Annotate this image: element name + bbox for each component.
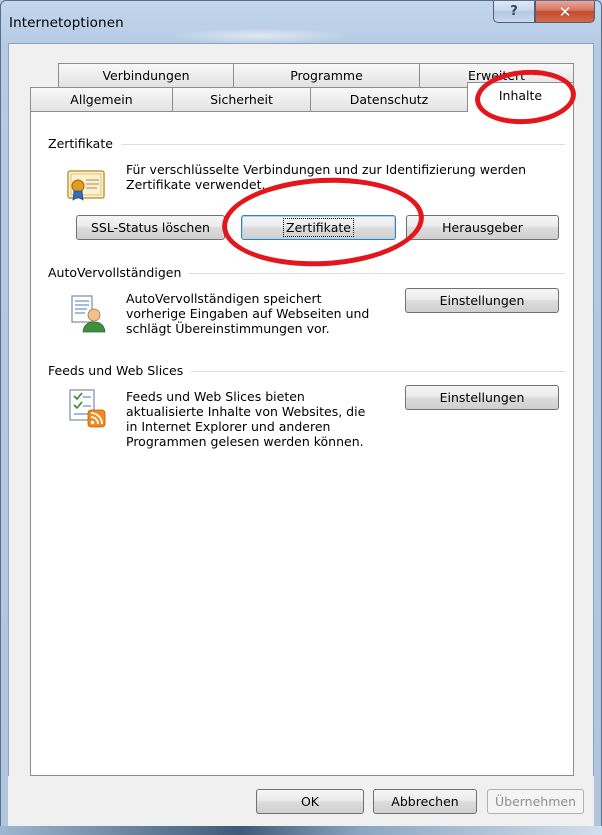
tab-verbindungen[interactable]: Verbindungen (58, 63, 234, 87)
feeds-settings-button[interactable]: Einstellungen (405, 385, 559, 410)
apply-button: Übernehmen (487, 789, 584, 814)
tab-label: Verbindungen (102, 68, 190, 83)
description-line: AutoVervollständigen speichert (126, 291, 322, 306)
tab-label: Allgemein (70, 92, 133, 107)
tab-label: Datenschutz (349, 92, 429, 107)
ok-button[interactable]: OK (256, 789, 364, 814)
help-icon: ? (510, 4, 518, 19)
tab-programme[interactable]: Programme (233, 63, 420, 87)
background-taskbar (0, 826, 602, 835)
description-line: Für verschlüsselte Verbindungen und zur … (126, 162, 527, 177)
title-bar-glow (170, 28, 350, 44)
button-label: Übernehmen (494, 794, 577, 809)
group-heading-certificates: Zertifikate (48, 136, 121, 151)
button-label: OK (300, 794, 320, 809)
description-line: in Internet Explorer und anderen (126, 419, 331, 434)
group-divider (54, 144, 565, 145)
window-title: Internetoptionen (9, 15, 124, 31)
ssl-clear-button[interactable]: SSL-Status löschen (76, 215, 225, 240)
group-heading-feeds: Feeds und Web Slices (48, 363, 192, 378)
description-line: Programmen gelesen werden können. (126, 434, 364, 449)
feed-rss-icon (69, 389, 106, 428)
autocomplete-user-icon (71, 295, 106, 333)
cancel-button[interactable]: Abbrechen (373, 789, 477, 814)
button-label: Einstellungen (439, 293, 525, 308)
button-label: Herausgeber (442, 220, 523, 235)
description-line: Feeds und Web Slices bieten (126, 389, 305, 404)
feeds-description: Feeds und Web Slices bieten aktualisiert… (126, 389, 365, 449)
button-label: Abbrechen (391, 794, 459, 809)
publishers-button[interactable]: Herausgeber (406, 215, 559, 240)
close-icon: ✕ (558, 2, 572, 21)
description-line: schlägt Übereinstimmungen vor. (126, 321, 330, 336)
description-line: vorherige Eingaben auf Webseiten und (126, 306, 370, 321)
autocomplete-settings-button[interactable]: Einstellungen (405, 288, 559, 313)
close-button[interactable]: ✕ (535, 1, 595, 23)
tab-label: Sicherheit (210, 92, 273, 107)
tab-label: Programme (290, 68, 363, 83)
help-button[interactable]: ? (493, 1, 535, 23)
tab-datenschutz[interactable]: Datenschutz (310, 87, 468, 111)
tab-sicherheit[interactable]: Sicherheit (172, 87, 311, 111)
description-line: aktualisierte Inhalte von Websites, die (126, 404, 366, 419)
group-heading-autocomplete: AutoVervollständigen (48, 265, 190, 280)
autocomplete-description: AutoVervollständigen speichert vorherige… (126, 291, 369, 336)
button-label: SSL-Status löschen (91, 220, 210, 235)
button-label: Einstellungen (439, 390, 525, 405)
certificate-icon (67, 170, 105, 201)
tab-allgemein[interactable]: Allgemein (30, 87, 173, 111)
